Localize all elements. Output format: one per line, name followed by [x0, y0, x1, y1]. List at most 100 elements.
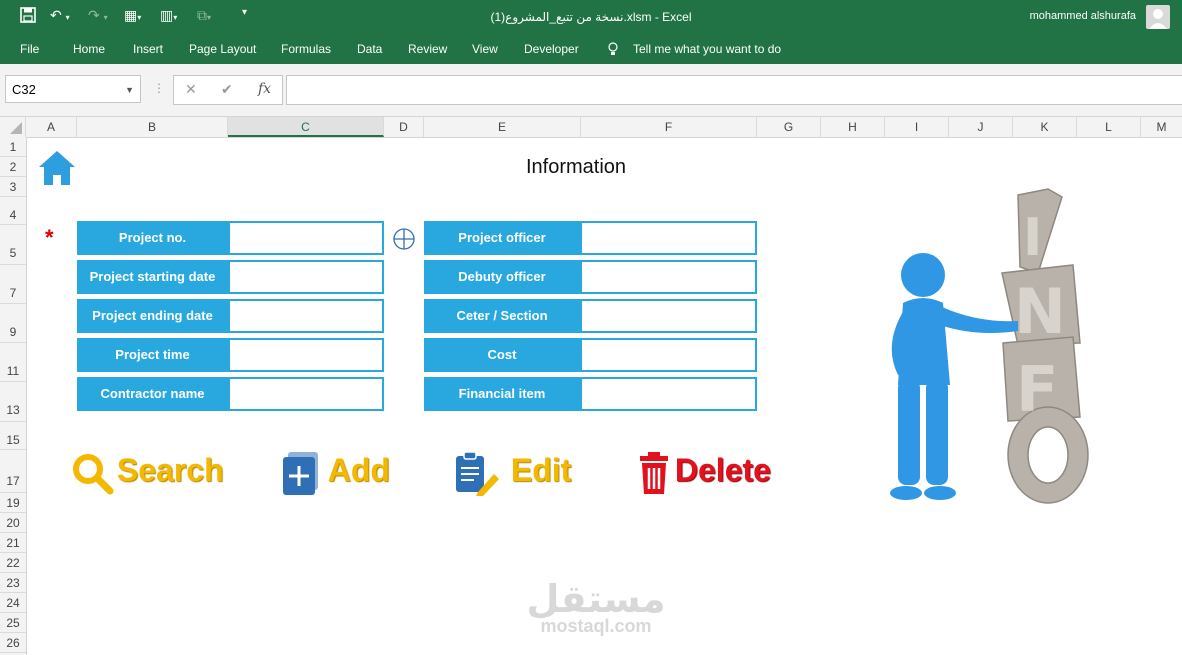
select-all-corner[interactable]	[0, 117, 26, 137]
title-bar: ↶ ▾ ↷ ▾ ▦▾ ▥▾ ⧉▾ ▾ نسخة من تتبع_المشروع(…	[0, 0, 1182, 34]
contractor-name-label: Contractor name	[77, 377, 228, 411]
project-end-date-field[interactable]	[228, 299, 384, 333]
project-start-date-field[interactable]	[228, 260, 384, 294]
cost-label: Cost	[424, 338, 580, 372]
column-header[interactable]: J	[949, 117, 1013, 137]
deputy-officer-label: Debuty officer	[424, 260, 580, 294]
search-button[interactable]: Search	[70, 447, 224, 495]
more-icon: ⋮	[153, 81, 165, 95]
deputy-officer-field[interactable]	[580, 260, 757, 294]
trash-icon	[640, 451, 668, 494]
worksheet: Information * Project no. Project starti…	[26, 137, 1182, 655]
add-button-label: Add	[327, 452, 390, 488]
edit-button-label: Edit	[510, 452, 572, 488]
row-header[interactable]: 26	[0, 633, 26, 653]
column-header[interactable]: G	[757, 117, 821, 137]
column-headers: A B C D E F G H I J K L M	[0, 117, 1182, 138]
row-header[interactable]: 24	[0, 593, 26, 613]
row-header[interactable]: 21	[0, 533, 26, 553]
tab-data[interactable]: Data	[357, 42, 382, 56]
row-header[interactable]: 23	[0, 573, 26, 593]
enter-icon[interactable]: ✔	[221, 81, 233, 98]
tell-me-search[interactable]: Tell me what you want to do	[633, 42, 781, 56]
column-header[interactable]: A	[26, 117, 77, 137]
tab-insert[interactable]: Insert	[133, 42, 163, 56]
row-header[interactable]: 15	[0, 422, 26, 450]
row-header[interactable]: 25	[0, 613, 26, 633]
row-header[interactable]: 4	[0, 197, 26, 225]
page-title: Information	[525, 156, 627, 178]
chevron-down-icon[interactable]: ▼	[125, 76, 134, 104]
project-officer-field[interactable]	[580, 221, 757, 255]
add-icon	[283, 451, 318, 495]
row-header[interactable]: 22	[0, 553, 26, 573]
tab-formulas[interactable]: Formulas	[281, 42, 331, 56]
user-name[interactable]: mohammed alshurafa	[1030, 10, 1136, 22]
project-no-label: Project no.	[77, 221, 228, 255]
row-header[interactable]: 1	[0, 137, 26, 157]
home-icon[interactable]	[36, 147, 78, 189]
row-header[interactable]: 3	[0, 177, 26, 197]
tab-file[interactable]: File	[20, 42, 39, 56]
row-header[interactable]: 20	[0, 513, 26, 533]
edit-button[interactable]: Edit	[454, 447, 572, 496]
avatar[interactable]	[1146, 5, 1170, 29]
formula-input[interactable]	[286, 75, 1182, 105]
name-box[interactable]: C32 ▼	[5, 75, 141, 103]
tab-home[interactable]: Home	[73, 42, 105, 56]
project-officer-label: Project officer	[424, 221, 580, 255]
tab-view[interactable]: View	[472, 42, 498, 56]
add-button[interactable]: Add	[282, 447, 390, 495]
row-header[interactable]: 9	[0, 304, 26, 343]
file-name: نسخة من تتبع_المشروع(1).xlsm	[490, 10, 652, 24]
center-section-field[interactable]	[580, 299, 757, 333]
cost-field[interactable]	[580, 338, 757, 372]
row-header[interactable]: 7	[0, 265, 26, 304]
column-header[interactable]: I	[885, 117, 949, 137]
ribbon-tabs: File Home Insert Page Layout Formulas Da…	[0, 34, 1182, 64]
svg-text:N: N	[1014, 275, 1066, 348]
delete-button[interactable]: Delete	[638, 447, 771, 494]
column-header[interactable]: F	[581, 117, 757, 137]
column-header[interactable]: M	[1141, 117, 1182, 137]
column-header[interactable]: L	[1077, 117, 1141, 137]
search-icon	[73, 453, 114, 495]
row-header[interactable]: 19	[0, 493, 26, 513]
column-header[interactable]: H	[821, 117, 885, 137]
svg-text:I: I	[1023, 208, 1042, 268]
delete-button-label: Delete	[674, 452, 771, 488]
name-box-value: C32	[12, 82, 36, 97]
column-header[interactable]: B	[77, 117, 228, 137]
project-no-field[interactable]	[228, 221, 384, 255]
search-button-label: Search	[116, 452, 224, 488]
info-illustration: I N F	[868, 185, 1118, 515]
row-header[interactable]: 13	[0, 382, 26, 422]
tab-review[interactable]: Review	[408, 42, 447, 56]
row-headers: 1 2 3 4 5 7 9 11 13 15 17 19 20 21 22 23…	[0, 137, 27, 655]
svg-text:F: F	[1016, 353, 1058, 426]
edit-icon	[456, 450, 499, 496]
required-asterisk: *	[45, 225, 54, 250]
project-end-date-label: Project ending date	[77, 299, 228, 333]
row-header[interactable]: 2	[0, 157, 26, 177]
row-header[interactable]: 11	[0, 343, 26, 382]
window-title: نسخة من تتبع_المشروع(1).xlsm - Excel	[490, 10, 692, 24]
app-name: Excel	[662, 10, 692, 24]
row-header[interactable]: 5	[0, 225, 26, 265]
column-header[interactable]: D	[384, 117, 424, 137]
insert-function-icon[interactable]: fx	[258, 81, 271, 97]
column-header[interactable]: C	[228, 117, 384, 137]
tab-developer[interactable]: Developer	[524, 42, 579, 56]
column-header[interactable]: K	[1013, 117, 1077, 137]
financial-item-field[interactable]	[580, 377, 757, 411]
project-start-date-label: Project starting date	[77, 260, 228, 294]
project-time-field[interactable]	[228, 338, 384, 372]
contractor-name-field[interactable]	[228, 377, 384, 411]
lightbulb-icon	[607, 42, 619, 59]
cancel-icon[interactable]: ✕	[185, 81, 197, 98]
column-header[interactable]: E	[424, 117, 581, 137]
row-header[interactable]: 17	[0, 450, 26, 493]
financial-item-label: Financial item	[424, 377, 580, 411]
center-section-label: Ceter / Section	[424, 299, 580, 333]
tab-page-layout[interactable]: Page Layout	[189, 42, 256, 56]
